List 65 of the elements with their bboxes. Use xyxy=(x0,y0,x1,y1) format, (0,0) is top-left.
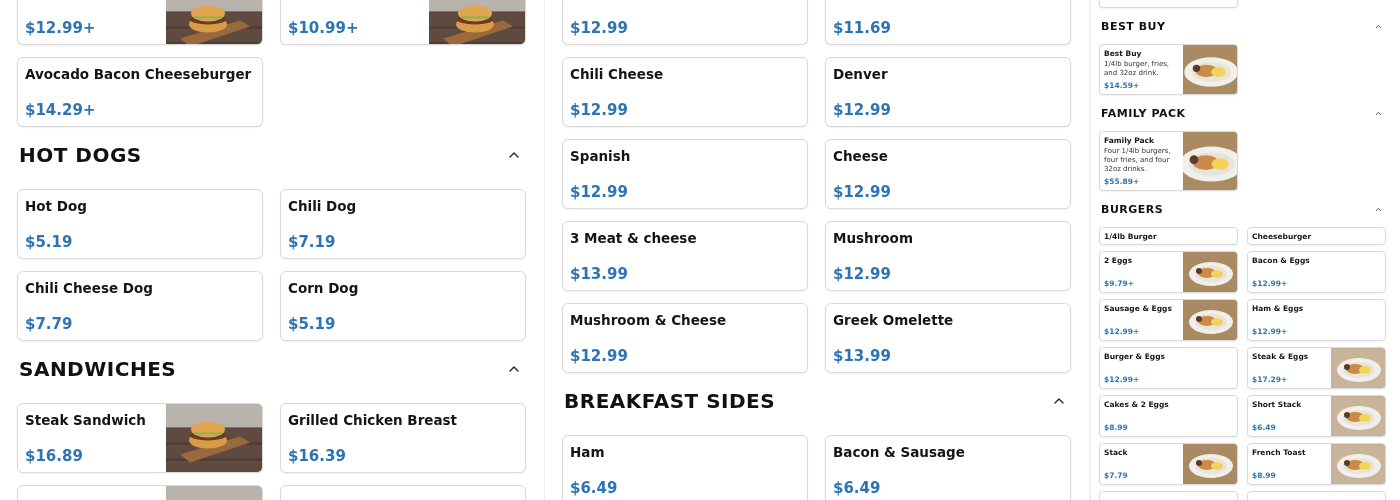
item-price: $12.99 xyxy=(833,183,892,201)
item-price: $12.99 xyxy=(833,101,892,119)
item-name: Spanish xyxy=(570,148,632,165)
section-title: BREAKFAST SIDES xyxy=(564,389,776,413)
menu-item-card[interactable]: Ham $6.49 xyxy=(562,435,808,500)
menu-item-card[interactable]: Hot Dog $5.19 xyxy=(17,189,263,259)
menu-item-card[interactable]: Corn Dog $5.19 xyxy=(280,271,526,341)
item-name: Mushroom & Cheese xyxy=(570,312,728,329)
item-price: $14.29+ xyxy=(25,101,97,119)
item-price: $12.99 xyxy=(570,19,629,37)
menu-item-card[interactable]: Bacon & Sausage $6.49 xyxy=(825,435,1071,500)
section-title: FAMILY PACK xyxy=(1101,106,1186,120)
item-name: Grilled Chicken Breast xyxy=(288,412,459,429)
menu-item-card[interactable]: Chili Cheese $12.99 xyxy=(562,57,808,127)
menu-item-card[interactable]: Greek Omelette $13.99 xyxy=(825,303,1071,373)
item-name: Cheese xyxy=(833,148,890,165)
menu-item-card[interactable]: $11.69 xyxy=(825,0,1071,45)
menu-item-card[interactable]: $12.99+ xyxy=(17,0,263,45)
item-price: $6.49 xyxy=(833,479,882,497)
item-name: Chili Cheese xyxy=(570,66,665,83)
menu-item-card[interactable]: $10.99+ xyxy=(280,0,526,45)
item-name: Avocado Bacon Cheeseburger xyxy=(25,66,253,83)
item-name: Denver xyxy=(833,66,889,83)
section-title: BEST BUY xyxy=(1101,19,1166,33)
item-price: $13.99 xyxy=(833,347,892,365)
item-name: Ham xyxy=(570,444,606,461)
item-price: $7.19 xyxy=(288,233,337,251)
item-price: $13.99 xyxy=(570,265,629,283)
menu-item-card[interactable]: Mushroom $12.99 xyxy=(825,221,1071,291)
item-name: Greek Omelette xyxy=(833,312,955,329)
item-price: $12.99+ xyxy=(25,19,97,37)
menu-item-card[interactable]: Avocado Bacon Cheeseburger $14.29+ xyxy=(17,57,263,127)
item-price: $5.19 xyxy=(25,233,74,251)
item-price: $7.79 xyxy=(25,315,74,333)
menu-item-card[interactable]: Spanish $12.99 xyxy=(562,139,808,209)
menu-item-card[interactable]: Cheese $12.99 xyxy=(825,139,1071,209)
section-title: HOT DOGS xyxy=(19,143,142,167)
item-name: Chili Dog xyxy=(288,198,358,215)
menu-item-card[interactable]: Chili Cheese Dog $7.79 xyxy=(17,271,263,341)
item-name: 3 Meat & cheese xyxy=(570,230,698,247)
menu-item-card[interactable]: Grilled Chicken Breast $16.39 xyxy=(280,403,526,473)
item-price: $12.99 xyxy=(833,265,892,283)
menu-item-card[interactable]: 3 Meat & cheese $13.99 xyxy=(562,221,808,291)
menu-item-card[interactable]: $12.99 xyxy=(562,0,808,45)
item-name: Chili Cheese Dog xyxy=(25,280,154,297)
menu-item-card[interactable]: Mushroom & Cheese $12.99 xyxy=(562,303,808,373)
menu-item-card[interactable]: Chili Dog $7.19 xyxy=(280,189,526,259)
menu-item-card[interactable]: Denver $12.99 xyxy=(825,57,1071,127)
item-price: $16.89 xyxy=(25,447,84,465)
item-price: $5.19 xyxy=(288,315,337,333)
item-price: $16.39 xyxy=(288,447,347,465)
item-price: $12.99 xyxy=(570,183,629,201)
item-price: $12.99 xyxy=(570,347,629,365)
item-name: Hot Dog xyxy=(25,198,88,215)
item-name: Mushroom xyxy=(833,230,914,247)
item-price: $6.49 xyxy=(570,479,619,497)
section-title: BURGERS xyxy=(1101,202,1164,216)
item-name: Steak Sandwich xyxy=(25,412,147,429)
item-price: $12.99 xyxy=(570,101,629,119)
item-name: Corn Dog xyxy=(288,280,360,297)
section-title: SANDWICHES xyxy=(19,357,177,381)
item-name: Bacon & Sausage xyxy=(833,444,966,461)
item-price: $11.69 xyxy=(833,19,892,37)
item-price: $10.99+ xyxy=(288,19,360,37)
menu-item-card[interactable]: Steak Sandwich $16.89 xyxy=(17,403,263,473)
